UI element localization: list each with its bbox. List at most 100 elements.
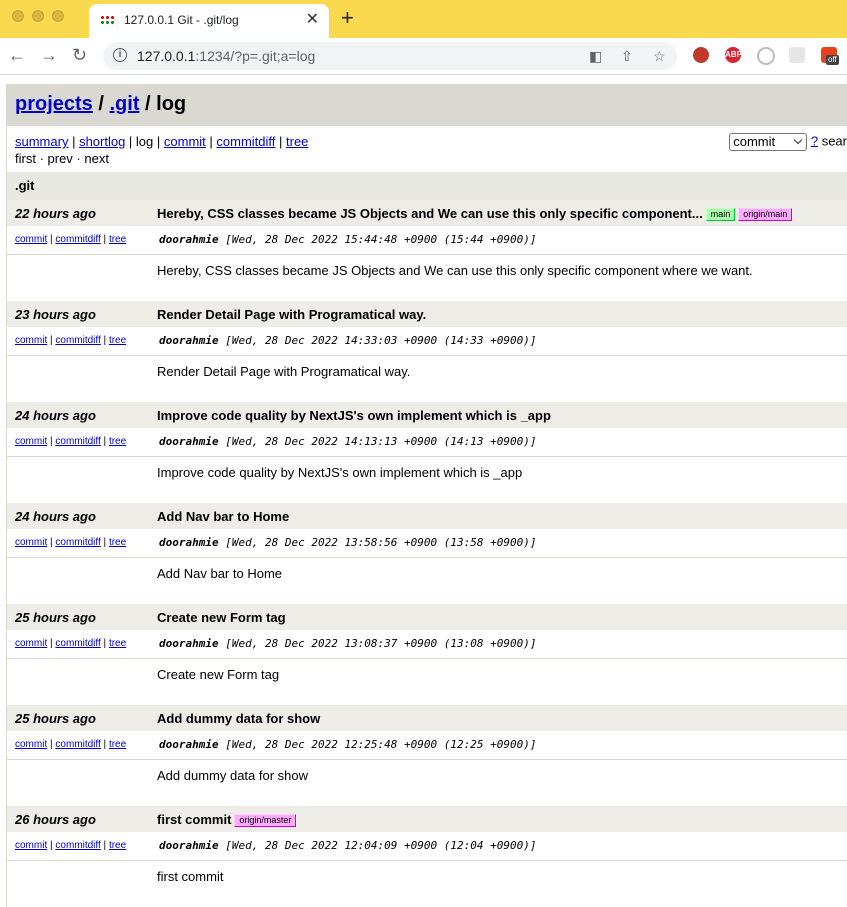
browser-tab[interactable]: 127.0.0.1 Git - .git/log ✕ bbox=[89, 4, 329, 38]
commitdiff-link[interactable]: commitdiff bbox=[55, 638, 100, 649]
nav-commitdiff-link[interactable]: commitdiff bbox=[216, 134, 275, 149]
commit-header[interactable]: 26 hours ago first commit origin/master bbox=[7, 806, 847, 832]
ref-badge[interactable]: origin/master bbox=[234, 814, 297, 827]
nav-sep: | bbox=[153, 134, 164, 149]
commit-meta: commit | commitdiff | tree doorahmie [We… bbox=[7, 428, 847, 457]
commitdiff-link[interactable]: commitdiff bbox=[55, 335, 100, 346]
tree-link[interactable]: tree bbox=[109, 840, 126, 851]
window-minimize-button[interactable] bbox=[32, 10, 44, 22]
url-text[interactable]: 127.0.0.1:1234/?p=.git;a=log bbox=[137, 48, 315, 64]
commit-title-text: Add dummy data for show bbox=[157, 711, 321, 726]
nav-commit-link[interactable]: commit bbox=[164, 134, 206, 149]
tree-link[interactable]: tree bbox=[109, 739, 126, 750]
commit-title[interactable]: Hereby, CSS classes became JS Objects an… bbox=[157, 206, 793, 221]
commit-link[interactable]: commit bbox=[15, 436, 47, 447]
commit-title[interactable]: Create new Form tag bbox=[157, 610, 286, 625]
forward-icon[interactable]: → bbox=[40, 45, 58, 65]
extension-circle-icon[interactable] bbox=[757, 47, 775, 65]
tree-link[interactable]: tree bbox=[109, 436, 126, 447]
commit-link[interactable]: commit bbox=[15, 234, 47, 245]
repo-link[interactable]: .git bbox=[109, 93, 139, 115]
adblock-plus-icon[interactable]: ABP bbox=[725, 47, 742, 63]
bookmark-star-icon[interactable]: ☆ bbox=[653, 47, 666, 65]
address-bar[interactable]: i 127.0.0.1:1234/?p=.git;a=log ◧ ⇧ ☆ bbox=[103, 42, 677, 70]
translate-icon[interactable]: ◧ bbox=[589, 47, 602, 65]
commit-link[interactable]: commit bbox=[15, 537, 47, 548]
commit-link[interactable]: commit bbox=[15, 335, 47, 346]
commit-title-text: Hereby, CSS classes became JS Objects an… bbox=[157, 206, 703, 221]
commit-links: commit | commitdiff | tree bbox=[15, 436, 126, 447]
search-type-select[interactable]: commit bbox=[729, 133, 808, 151]
extension-avatar-icon[interactable] bbox=[693, 47, 709, 63]
tree-link[interactable]: tree bbox=[109, 537, 126, 548]
commit-meta: commit | commitdiff | tree doorahmie [We… bbox=[7, 529, 847, 558]
commit-date: [Wed, 28 Dec 2022 14:13:13 +0900 (14:13 … bbox=[225, 435, 537, 448]
nav-row-paging: first · prev · next bbox=[15, 151, 839, 166]
tab-close-icon[interactable]: ✕ bbox=[306, 11, 319, 29]
tree-link[interactable]: tree bbox=[109, 335, 126, 346]
ref-badge[interactable]: main bbox=[705, 208, 736, 221]
commitdiff-link[interactable]: commitdiff bbox=[55, 436, 100, 447]
tree-link[interactable]: tree bbox=[109, 638, 126, 649]
commit-title[interactable]: Render Detail Page with Programatical wa… bbox=[157, 307, 426, 322]
commit-header[interactable]: 24 hours ago Improve code quality by Nex… bbox=[7, 402, 847, 428]
commit-link[interactable]: commit bbox=[15, 739, 47, 750]
commit-title[interactable]: first commit origin/master bbox=[157, 812, 297, 827]
window-zoom-button[interactable] bbox=[52, 10, 64, 22]
ref-badge[interactable]: origin/main bbox=[738, 208, 793, 221]
commit-link-sep: | bbox=[100, 840, 109, 851]
projects-link[interactable]: projects bbox=[15, 93, 93, 115]
commit-links: commit | commitdiff | tree bbox=[15, 638, 126, 649]
nav-summary-link[interactable]: summary bbox=[15, 134, 68, 149]
commit-body: Create new Form tag bbox=[7, 659, 847, 705]
commit-title-text: Improve code quality by NextJS's own imp… bbox=[157, 408, 551, 423]
commit-message: Add Nav bar to Home bbox=[157, 566, 283, 581]
commit-header[interactable]: 24 hours ago Add Nav bar to Home bbox=[7, 503, 847, 529]
tab-title: 127.0.0.1 Git - .git/log bbox=[124, 13, 239, 27]
reload-icon[interactable]: ↻ bbox=[72, 45, 87, 65]
commit-author-date: doorahmie [Wed, 28 Dec 2022 12:04:09 +09… bbox=[159, 839, 537, 852]
commit-author: doorahmie bbox=[159, 637, 219, 650]
git-favicon-icon bbox=[101, 15, 115, 27]
commit-link-sep: | bbox=[100, 739, 109, 750]
browser-tab-bar: 127.0.0.1 Git - .git/log ✕ + bbox=[0, 0, 847, 38]
share-icon[interactable]: ⇧ bbox=[621, 47, 633, 65]
commit-author-date: doorahmie [Wed, 28 Dec 2022 14:33:03 +09… bbox=[159, 334, 537, 347]
extension-off-icon[interactable]: off bbox=[821, 47, 839, 65]
commitdiff-link[interactable]: commitdiff bbox=[55, 537, 100, 548]
commit-message: Render Detail Page with Programatical wa… bbox=[157, 364, 411, 379]
search-help-link[interactable]: ? bbox=[811, 133, 818, 148]
nav-sep: | bbox=[68, 134, 80, 149]
commit-header[interactable]: 25 hours ago Add dummy data for show bbox=[7, 705, 847, 731]
commit-link[interactable]: commit bbox=[15, 638, 47, 649]
commit-header[interactable]: 25 hours ago Create new Form tag bbox=[7, 604, 847, 630]
commit-meta: commit | commitdiff | tree doorahmie [We… bbox=[7, 630, 847, 659]
commitdiff-link[interactable]: commitdiff bbox=[55, 840, 100, 851]
commit-links: commit | commitdiff | tree bbox=[15, 739, 126, 750]
commit-age: 26 hours ago bbox=[15, 812, 96, 827]
site-info-icon[interactable]: i bbox=[113, 48, 127, 62]
commit-author: doorahmie bbox=[159, 839, 219, 852]
commit-message: Create new Form tag bbox=[157, 667, 280, 682]
commit-author: doorahmie bbox=[159, 334, 219, 347]
nav-shortlog-link[interactable]: shortlog bbox=[79, 134, 125, 149]
nav-tree-link[interactable]: tree bbox=[286, 134, 308, 149]
commit-author: doorahmie bbox=[159, 233, 219, 246]
commit-title[interactable]: Add Nav bar to Home bbox=[157, 509, 289, 524]
commit-header[interactable]: 22 hours ago Hereby, CSS classes became … bbox=[7, 200, 847, 226]
window-close-button[interactable] bbox=[12, 10, 24, 22]
commit-body: Add dummy data for show bbox=[7, 760, 847, 806]
extension-grey-icon[interactable] bbox=[789, 47, 805, 63]
new-tab-button[interactable]: + bbox=[341, 7, 354, 29]
tree-link[interactable]: tree bbox=[109, 234, 126, 245]
commit-link[interactable]: commit bbox=[15, 840, 47, 851]
back-icon[interactable]: ← bbox=[8, 45, 26, 65]
commit-header[interactable]: 23 hours ago Render Detail Page with Pro… bbox=[7, 301, 847, 327]
commitdiff-link[interactable]: commitdiff bbox=[55, 234, 100, 245]
commit-message: Add dummy data for show bbox=[157, 768, 309, 783]
commit-title[interactable]: Improve code quality by NextJS's own imp… bbox=[157, 408, 551, 423]
commit-title[interactable]: Add dummy data for show bbox=[157, 711, 320, 726]
commit-meta: commit | commitdiff | tree doorahmie [We… bbox=[7, 832, 847, 861]
commitdiff-link[interactable]: commitdiff bbox=[55, 739, 100, 750]
commit-author: doorahmie bbox=[159, 435, 219, 448]
